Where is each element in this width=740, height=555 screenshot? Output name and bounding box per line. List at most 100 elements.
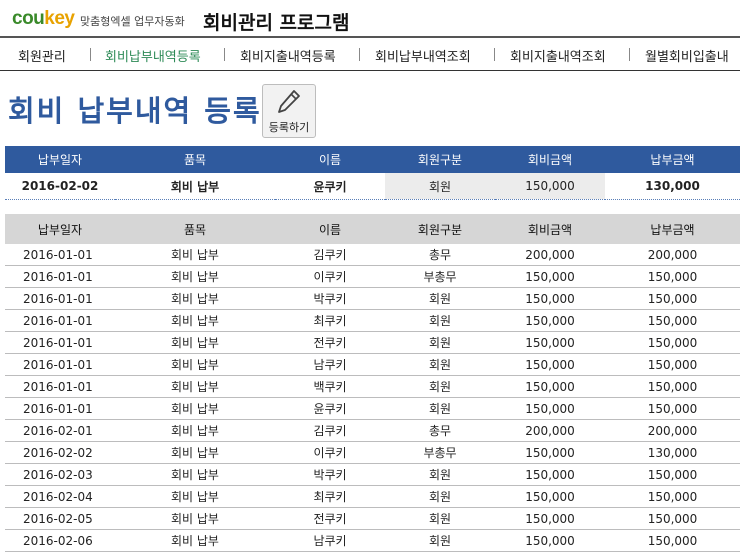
nav-separator [494, 48, 495, 61]
record-paid: 150,000 [605, 485, 740, 508]
col-header-item: 품목 [115, 214, 275, 244]
table-row[interactable]: 2016-01-01 회비 납부 김쿠키 총무 200,000 200,000 [5, 244, 740, 266]
nav-divider [0, 70, 740, 71]
record-date: 2016-02-01 [5, 419, 115, 442]
record-fee: 200,000 [495, 244, 605, 266]
record-paid: 200,000 [605, 244, 740, 266]
record-member-type: 총무 [385, 244, 495, 266]
record-paid: 150,000 [605, 331, 740, 354]
nav-item-fee-expense-entry[interactable]: 회비지출내역등록 [240, 46, 336, 65]
entry-date-field[interactable]: 2016-02-02 [5, 173, 115, 200]
record-item: 회비 납부 [115, 397, 275, 420]
record-name: 전쿠키 [275, 331, 385, 354]
record-name: 박쿠키 [275, 463, 385, 486]
entry-input-row: 2016-02-02 회비 납부 윤쿠키 회원 150,000 130,000 [5, 173, 740, 200]
record-item: 회비 납부 [115, 529, 275, 552]
nav-item-fee-payment-lookup[interactable]: 회비납부내역조회 [375, 46, 471, 65]
record-fee: 150,000 [495, 441, 605, 464]
brand-logo: coukey [12, 8, 75, 30]
col-header-date: 납부일자 [5, 146, 115, 173]
nav-item-member-management[interactable]: 회원관리 [18, 46, 66, 65]
record-fee: 150,000 [495, 463, 605, 486]
record-date: 2016-01-01 [5, 309, 115, 332]
main-nav: 회원관리 회비납부내역등록 회비지출내역등록 회비납부내역조회 회비지출내역조회… [0, 40, 740, 70]
top-bar: coukey 맞춤형엑셀 업무자동화 회비관리 프로그램 [0, 0, 740, 38]
record-item: 회비 납부 [115, 463, 275, 486]
entry-paid-field[interactable]: 130,000 [605, 173, 740, 200]
col-header-fee: 회비금액 [495, 146, 605, 173]
record-item: 회비 납부 [115, 485, 275, 508]
record-name: 남쿠키 [275, 353, 385, 376]
record-item: 회비 납부 [115, 419, 275, 442]
record-name: 백쿠키 [275, 375, 385, 398]
record-date: 2016-02-04 [5, 485, 115, 508]
record-member-type: 회원 [385, 507, 495, 530]
record-member-type: 회원 [385, 529, 495, 552]
record-item: 회비 납부 [115, 375, 275, 398]
record-paid: 150,000 [605, 353, 740, 376]
entry-fee-field: 150,000 [495, 173, 605, 200]
nav-separator [629, 48, 630, 61]
record-date: 2016-02-02 [5, 441, 115, 464]
record-paid: 150,000 [605, 287, 740, 310]
record-member-type: 회원 [385, 309, 495, 332]
table-row[interactable]: 2016-02-02 회비 납부 이쿠키 부총무 150,000 130,000 [5, 441, 740, 464]
table-row[interactable]: 2016-01-01 회비 납부 백쿠키 회원 150,000 150,000 [5, 375, 740, 398]
table-row[interactable]: 2016-02-01 회비 납부 김쿠키 총무 200,000 200,000 [5, 419, 740, 442]
nav-item-fee-payment-entry[interactable]: 회비납부내역등록 [105, 46, 201, 65]
table-row[interactable]: 2016-01-01 회비 납부 이쿠키 부총무 150,000 150,000 [5, 265, 740, 288]
nav-item-monthly-summary[interactable]: 월별회비입출내 [645, 46, 729, 65]
table-row[interactable]: 2016-02-05 회비 납부 전쿠키 회원 150,000 150,000 [5, 507, 740, 530]
record-member-type: 회원 [385, 463, 495, 486]
col-header-paid: 납부금액 [605, 146, 740, 173]
record-paid: 150,000 [605, 375, 740, 398]
entry-item-field[interactable]: 회비 납부 [115, 173, 275, 200]
record-name: 김쿠키 [275, 244, 385, 266]
col-header-member-type: 회원구분 [385, 214, 495, 244]
record-member-type: 회원 [385, 287, 495, 310]
record-paid: 130,000 [605, 441, 740, 464]
record-date: 2016-01-01 [5, 244, 115, 266]
record-fee: 150,000 [495, 331, 605, 354]
entry-header-row: 납부일자 품목 이름 회원구분 회비금액 납부금액 [5, 146, 740, 173]
table-row[interactable]: 2016-02-03 회비 납부 박쿠키 회원 150,000 150,000 [5, 463, 740, 486]
table-row[interactable]: 2016-01-01 회비 납부 윤쿠키 회원 150,000 150,000 [5, 397, 740, 420]
record-fee: 150,000 [495, 309, 605, 332]
record-fee: 150,000 [495, 287, 605, 310]
record-fee: 150,000 [495, 485, 605, 508]
record-fee: 150,000 [495, 507, 605, 530]
record-name: 전쿠키 [275, 507, 385, 530]
record-paid: 150,000 [605, 507, 740, 530]
record-member-type: 회원 [385, 397, 495, 420]
record-paid: 150,000 [605, 529, 740, 552]
record-item: 회비 납부 [115, 244, 275, 266]
register-button-label: 등록하기 [268, 121, 310, 134]
col-header-paid: 납부금액 [605, 214, 740, 244]
logo-text-part2: key [44, 8, 75, 29]
records-body: 2016-01-01 회비 납부 김쿠키 총무 200,000 200,000 2016-0… [5, 244, 740, 552]
table-row[interactable]: 2016-01-01 회비 납부 남쿠키 회원 150,000 150,000 [5, 353, 740, 376]
table-row[interactable]: 2016-01-01 회비 납부 최쿠키 회원 150,000 150,000 [5, 309, 740, 332]
table-row[interactable]: 2016-01-01 회비 납부 전쿠키 회원 150,000 150,000 [5, 331, 740, 354]
record-date: 2016-01-01 [5, 397, 115, 420]
table-row[interactable]: 2016-02-04 회비 납부 최쿠키 회원 150,000 150,000 [5, 485, 740, 508]
register-button[interactable]: 등록하기 [262, 84, 316, 138]
record-date: 2016-01-01 [5, 375, 115, 398]
brand-tagline: 맞춤형엑셀 업무자동화 [80, 15, 185, 28]
record-member-type: 회원 [385, 375, 495, 398]
entry-name-field[interactable]: 윤쿠키 [275, 173, 385, 200]
record-fee: 150,000 [495, 529, 605, 552]
record-name: 최쿠키 [275, 485, 385, 508]
table-row[interactable]: 2016-01-01 회비 납부 박쿠키 회원 150,000 150,000 [5, 287, 740, 310]
record-date: 2016-01-01 [5, 265, 115, 288]
record-member-type: 회원 [385, 353, 495, 376]
record-date: 2016-01-01 [5, 287, 115, 310]
records-table: 납부일자 품목 이름 회원구분 회비금액 납부금액 2016-01-01 회비 납… [5, 214, 740, 552]
logo-text-part1: cou [12, 8, 45, 29]
record-date: 2016-01-01 [5, 331, 115, 354]
record-item: 회비 납부 [115, 265, 275, 288]
nav-item-fee-expense-lookup[interactable]: 회비지출내역조회 [510, 46, 606, 65]
record-member-type: 부총무 [385, 265, 495, 288]
record-name: 최쿠키 [275, 309, 385, 332]
table-row[interactable]: 2016-02-06 회비 납부 남쿠키 회원 150,000 150,000 [5, 529, 740, 552]
